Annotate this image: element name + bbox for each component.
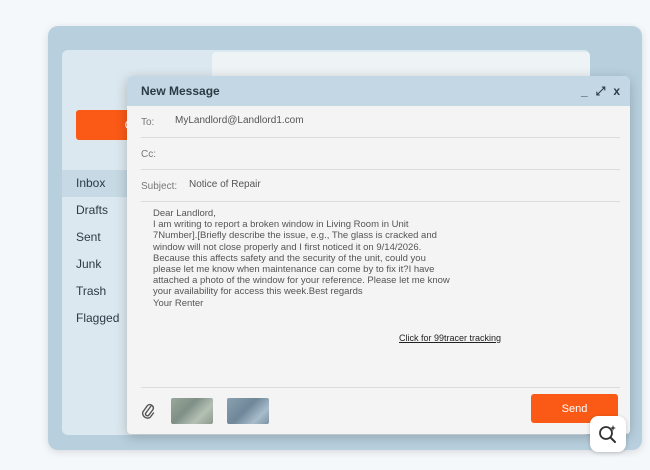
to-label: To: — [141, 117, 155, 128]
paperclip-icon[interactable] — [141, 402, 155, 425]
sidebar-item-flagged[interactable]: Flagged — [62, 305, 128, 332]
attachment-thumbnail[interactable] — [227, 398, 269, 424]
minimize-icon[interactable]: _ — [581, 84, 588, 98]
sidebar-item-inbox[interactable]: Inbox — [62, 170, 128, 197]
cc-row: Cc: — [141, 138, 620, 170]
sidebar-item-sent[interactable]: Sent — [62, 224, 128, 251]
compose-header: New Message _ ⤢ x — [127, 76, 630, 106]
zoom-search-icon[interactable] — [590, 416, 626, 452]
sidebar-item-trash[interactable]: Trash — [62, 278, 128, 305]
window-controls: _ ⤢ x — [581, 76, 620, 106]
to-row: To: MyLandlord@Landlord1.com — [141, 106, 620, 138]
compose-footer: Send — [141, 387, 620, 434]
tracking-link[interactable]: Click for 99tracer tracking — [399, 333, 501, 343]
cc-label: Cc: — [141, 149, 156, 160]
compose-window: New Message _ ⤢ x To: MyLandlord@Landlor… — [127, 76, 630, 434]
to-field[interactable]: MyLandlord@Landlord1.com — [175, 115, 304, 126]
close-icon[interactable]: x — [613, 84, 620, 98]
subject-field[interactable]: Notice of Repair — [189, 179, 261, 190]
folder-list: Inbox Drafts Sent Junk Trash Flagged — [62, 170, 128, 332]
compose-title: New Message — [141, 84, 220, 98]
sidebar-item-drafts[interactable]: Drafts — [62, 197, 128, 224]
message-body[interactable]: Dear Landlord, I am writing to report a … — [153, 208, 473, 309]
expand-icon[interactable]: ⤢ — [596, 84, 606, 99]
subject-row: Subject: Notice of Repair — [141, 170, 620, 202]
subject-label: Subject: — [141, 181, 178, 192]
sidebar-item-junk[interactable]: Junk — [62, 251, 128, 278]
attachment-thumbnail[interactable] — [171, 398, 213, 424]
